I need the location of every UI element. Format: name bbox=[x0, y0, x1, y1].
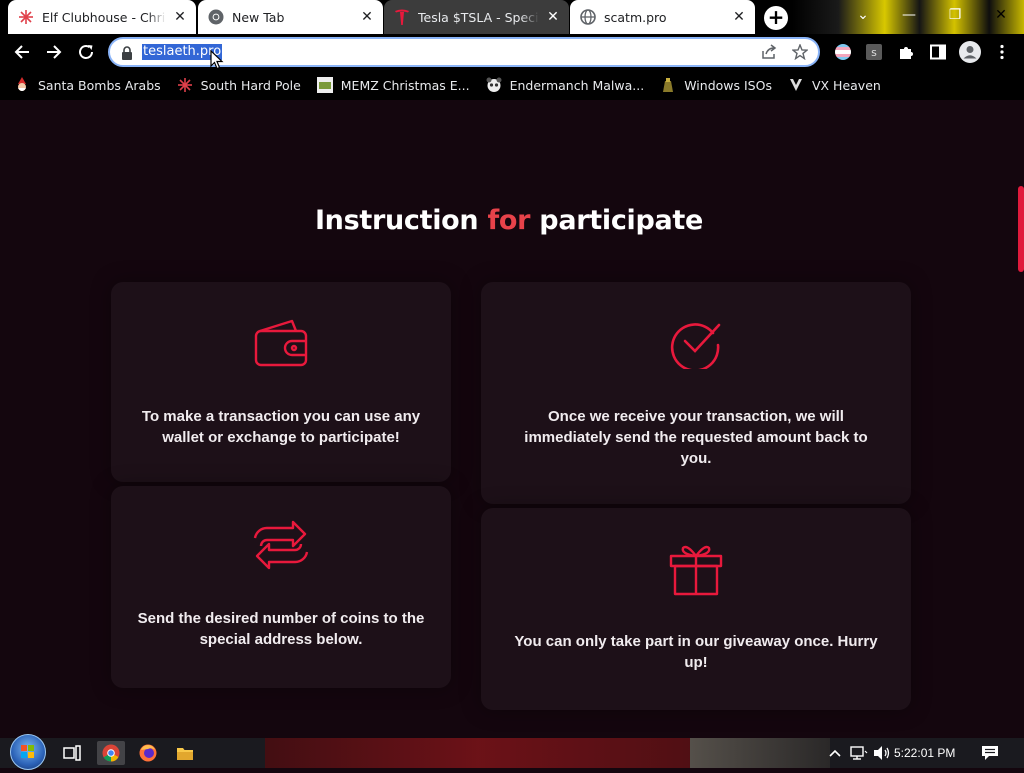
page-title-part1: Instruction bbox=[314, 205, 479, 236]
restore-button[interactable]: ❐ bbox=[932, 0, 978, 30]
windows-iso-icon bbox=[660, 77, 676, 93]
swap-arrows-icon bbox=[253, 520, 309, 574]
close-icon[interactable]: ✕ bbox=[172, 9, 188, 25]
profile-flag-icon[interactable] bbox=[833, 42, 853, 62]
tab-tesla[interactable]: Tesla $TSLA - Special Event ✕ bbox=[384, 0, 569, 34]
forward-button[interactable] bbox=[40, 38, 68, 66]
arrow-right-icon bbox=[47, 45, 62, 59]
tab-title: Tesla $TSLA - Special Event bbox=[418, 9, 539, 25]
browser-toolbar: teslaeth.pro s bbox=[0, 34, 1024, 70]
windows-taskbar: 5:22:01 PM bbox=[0, 734, 1024, 770]
instruction-card-gift: You can only take part in our giveaway o… bbox=[481, 508, 911, 710]
card-text: Send the desired number of coins to the … bbox=[137, 610, 425, 648]
bookmark-windows-isos[interactable]: Windows ISOs bbox=[660, 77, 772, 93]
close-icon[interactable]: ✕ bbox=[545, 9, 561, 25]
minimize-button[interactable]: — bbox=[886, 0, 932, 30]
firefox-icon[interactable] bbox=[134, 741, 162, 765]
santa-icon bbox=[14, 77, 30, 93]
memz-icon bbox=[316, 77, 333, 93]
bookmark-vx-heaven[interactable]: VX Heaven bbox=[788, 77, 881, 93]
windows-logo-icon bbox=[21, 745, 34, 758]
check-circle-icon bbox=[669, 317, 723, 373]
page-title-part2: participate bbox=[539, 205, 704, 236]
panda-icon bbox=[486, 77, 502, 93]
bookmark-endermanch-malware[interactable]: Endermanch Malwa... bbox=[486, 77, 645, 93]
card-text: To make a transaction you can use any wa… bbox=[141, 408, 421, 446]
bookmark-star-icon[interactable] bbox=[791, 43, 809, 64]
taskbar-wallpaper-red bbox=[265, 738, 690, 768]
instruction-card-wallet: To make a transaction you can use any wa… bbox=[111, 282, 451, 482]
snowflake-icon bbox=[18, 9, 34, 25]
tab-title: scatm.pro bbox=[604, 9, 667, 25]
close-icon[interactable]: ✕ bbox=[731, 9, 747, 25]
bookmark-label: Santa Bombs Arabs bbox=[38, 77, 161, 93]
bookmark-label: Windows ISOs bbox=[684, 77, 772, 93]
network-icon[interactable] bbox=[850, 738, 868, 768]
new-tab-button[interactable]: + bbox=[764, 6, 788, 30]
tray-chevron-icon[interactable] bbox=[828, 738, 842, 768]
tesla-icon bbox=[394, 9, 410, 25]
volume-icon[interactable] bbox=[873, 738, 891, 768]
back-button[interactable] bbox=[8, 38, 36, 66]
chrome-icon[interactable] bbox=[97, 741, 125, 765]
reload-button[interactable] bbox=[72, 38, 100, 66]
tab-title: Elf Clubhouse - Christmas bbox=[42, 9, 166, 25]
tab-new-tab[interactable]: New Tab ✕ bbox=[198, 0, 383, 34]
bookmark-south-hard-pole[interactable]: South Hard Pole bbox=[177, 77, 301, 93]
card-text: Once we receive your transaction, we wil… bbox=[524, 408, 868, 467]
taskbar-clock[interactable]: 5:22:01 PM bbox=[894, 738, 955, 768]
arrow-left-icon bbox=[14, 45, 29, 59]
tab-title: New Tab bbox=[232, 9, 285, 25]
globe-icon bbox=[580, 9, 596, 25]
wallet-icon bbox=[254, 317, 308, 373]
bookmark-santa-bombs-arabs[interactable]: Santa Bombs Arabs bbox=[14, 77, 161, 93]
bookmark-label: South Hard Pole bbox=[200, 77, 301, 93]
file-explorer-icon[interactable] bbox=[171, 741, 199, 765]
side-panel-icon[interactable] bbox=[928, 42, 948, 62]
bookmarks-bar: Santa Bombs Arabs South Hard Pole MEMZ C… bbox=[0, 70, 1024, 100]
card-text: You can only take part in our giveaway o… bbox=[514, 633, 878, 671]
vx-heaven-icon bbox=[788, 77, 804, 93]
reload-icon bbox=[79, 45, 93, 59]
page-title: Instruction for participate bbox=[0, 205, 1018, 236]
extension-s-icon[interactable]: s bbox=[864, 42, 884, 62]
menu-kebab-icon[interactable] bbox=[992, 42, 1012, 62]
start-button[interactable] bbox=[10, 734, 46, 770]
bookmark-label: VX Heaven bbox=[811, 77, 881, 93]
tab-elf-clubhouse[interactable]: Elf Clubhouse - Christmas ✕ bbox=[8, 0, 196, 34]
lock-icon[interactable] bbox=[121, 45, 133, 64]
bookmark-label: Endermanch Malwa... bbox=[509, 77, 645, 93]
notifications-icon[interactable] bbox=[981, 738, 999, 768]
tab-scatm[interactable]: scatm.pro ✕ bbox=[570, 0, 755, 34]
extensions-puzzle-icon[interactable] bbox=[896, 42, 916, 62]
snowflake-icon bbox=[177, 77, 193, 93]
chrome-icon bbox=[208, 9, 224, 25]
bookmark-memz-christmas[interactable]: MEMZ Christmas E... bbox=[316, 77, 470, 93]
taskbar-wallpaper-grey bbox=[690, 738, 830, 768]
close-window-button[interactable]: ✕ bbox=[978, 0, 1024, 30]
close-icon[interactable]: ✕ bbox=[359, 9, 375, 25]
bookmark-label: MEMZ Christmas E... bbox=[340, 77, 470, 93]
avatar-icon[interactable] bbox=[959, 41, 981, 63]
svg-text:s: s bbox=[871, 46, 877, 59]
tab-strip: Elf Clubhouse - Christmas ✕ New Tab ✕ Te… bbox=[0, 0, 1024, 34]
instruction-card-send: Send the desired number of coins to the … bbox=[111, 486, 451, 688]
scrollbar-thumb[interactable] bbox=[1018, 186, 1024, 272]
gift-icon bbox=[669, 542, 723, 600]
page-title-accent: for bbox=[487, 205, 531, 236]
share-icon[interactable] bbox=[761, 44, 778, 64]
task-view-icon[interactable] bbox=[58, 741, 86, 765]
instruction-card-confirm: Once we receive your transaction, we wil… bbox=[481, 282, 911, 504]
tab-search-button[interactable]: ⌄ bbox=[840, 0, 886, 30]
page-content: Instruction for participate To make a tr… bbox=[0, 101, 1024, 738]
